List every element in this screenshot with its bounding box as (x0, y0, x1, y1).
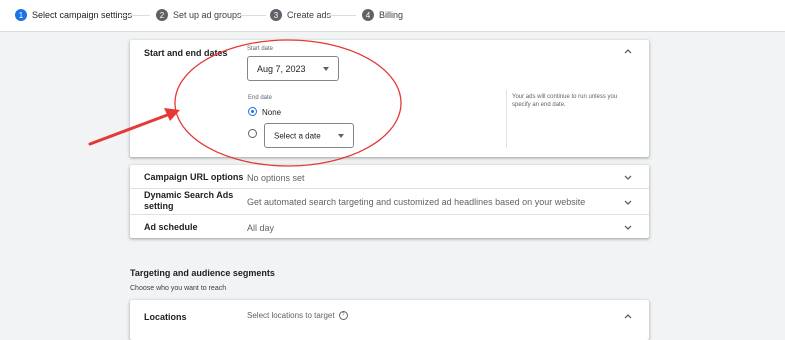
row-value: No options set (247, 173, 305, 183)
card-title: Start and end dates (144, 48, 228, 58)
end-date-none-radio[interactable] (248, 107, 257, 116)
dynamic-search-ads-row[interactable]: Dynamic Search Ads setting Get automated… (130, 188, 649, 214)
divider (506, 90, 507, 148)
step-connector (237, 15, 266, 16)
start-date-value: Aug 7, 2023 (257, 63, 306, 74)
step-connector (121, 15, 150, 16)
end-date-none-label: None (262, 108, 282, 117)
step-create-ads[interactable]: 3 Create ads (270, 9, 331, 21)
chevron-up-icon[interactable] (623, 311, 633, 321)
start-end-dates-card: Start and end dates Start date Aug 7, 20… (130, 40, 649, 157)
step-label: Create ads (287, 10, 332, 20)
step-select-campaign-settings[interactable]: 1 Select campaign settings (15, 9, 132, 21)
step-billing[interactable]: 4 Billing (362, 9, 403, 21)
card-title: Locations (144, 312, 187, 322)
campaign-stepper: 1 Select campaign settings 2 Set up ad g… (0, 0, 785, 32)
start-date-dropdown[interactable]: Aug 7, 2023 (247, 56, 339, 81)
step-number: 4 (362, 9, 374, 21)
help-icon[interactable]: ? (338, 311, 348, 321)
end-date-select-radio[interactable] (248, 129, 257, 138)
row-title: Dynamic Search Ads setting (144, 190, 234, 211)
end-date-label: End date (248, 95, 273, 101)
step-label: Select campaign settings (32, 10, 133, 20)
row-title: Ad schedule (144, 222, 198, 232)
end-date-value: Select a date (274, 131, 321, 140)
locations-value-text: Select locations to target (247, 311, 335, 320)
end-date-dropdown[interactable]: Select a date (264, 123, 354, 148)
step-number: 2 (156, 9, 168, 21)
step-label: Billing (379, 10, 404, 20)
row-value: Get automated search targeting and custo… (247, 197, 586, 207)
campaign-url-options-row[interactable]: Campaign URL options No options set (130, 165, 649, 188)
step-number: 3 (270, 9, 282, 21)
caret-down-icon (338, 133, 344, 138)
chevron-down-icon (623, 172, 633, 182)
row-title: Campaign URL options (144, 172, 244, 182)
chevron-up-icon[interactable] (623, 46, 633, 56)
start-date-label: Start date (247, 46, 274, 52)
chevron-down-icon (623, 222, 633, 232)
row-value: All day (247, 223, 275, 233)
step-label: Set up ad groups (173, 10, 242, 20)
locations-value: Select locations to target? (247, 311, 348, 321)
locations-card: Locations Select locations to target? (130, 300, 649, 340)
step-number: 1 (15, 9, 27, 21)
end-date-help-text: Your ads will continue to run unless you… (512, 94, 618, 108)
caret-down-icon (323, 66, 329, 71)
targeting-section-title: Targeting and audience segments (130, 268, 275, 278)
campaign-options-card: Campaign URL options No options set Dyna… (130, 165, 649, 238)
ad-schedule-row[interactable]: Ad schedule All day (130, 214, 649, 238)
chevron-down-icon (623, 197, 633, 207)
step-connector (327, 15, 356, 16)
step-set-up-ad-groups[interactable]: 2 Set up ad groups (156, 9, 242, 21)
targeting-section-subtitle: Choose who you want to reach (130, 285, 227, 292)
